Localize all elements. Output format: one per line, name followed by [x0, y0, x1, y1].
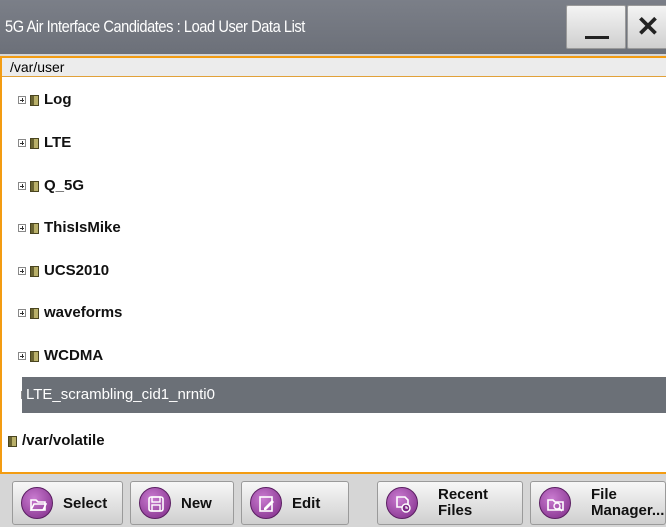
folder-icon: [30, 307, 39, 319]
folder-var-volatile[interactable]: /var/volatile: [8, 426, 105, 456]
folder-wcdma[interactable]: WCDMA: [18, 341, 648, 371]
folder-label: /var/volatile: [22, 432, 105, 449]
expand-icon[interactable]: [18, 224, 26, 233]
folder-thisismike[interactable]: ThisIsMike: [18, 213, 648, 243]
file-manager-button[interactable]: File Manager...: [530, 481, 666, 525]
new-button[interactable]: New: [130, 481, 234, 525]
folder-label: waveforms: [44, 304, 123, 321]
folder-label: UCS2010: [44, 262, 110, 279]
expand-icon[interactable]: [18, 309, 26, 318]
title-bar: 5G Air Interface Candidates : Load User …: [0, 0, 666, 54]
folder-icon: [30, 180, 39, 192]
file-manager-label-line1: File: [591, 486, 617, 503]
tree-path-header: /var/user: [2, 58, 666, 77]
folder-icon: [30, 265, 39, 277]
recent-files-button[interactable]: Recent Files: [377, 481, 523, 525]
folder-icon: [30, 137, 39, 149]
expand-icon[interactable]: [18, 267, 26, 276]
folder-icon: [30, 222, 39, 234]
recent-files-label: Recent Files: [438, 487, 488, 519]
folder-label: Q_5G: [44, 177, 85, 194]
select-button-label: Select: [63, 495, 108, 512]
folder-icon: [30, 94, 39, 106]
file-manager-icon: [539, 487, 571, 519]
folder-log[interactable]: Log: [18, 85, 648, 115]
select-button[interactable]: Select: [12, 481, 123, 525]
window-title: 5G Air Interface Candidates : Load User …: [5, 17, 305, 36]
close-icon: ✕: [636, 11, 660, 42]
close-button[interactable]: ✕: [627, 5, 666, 49]
expand-icon[interactable]: [18, 182, 26, 191]
expand-icon[interactable]: [18, 96, 26, 105]
minimize-button[interactable]: [566, 5, 626, 49]
folder-waveforms[interactable]: waveforms: [18, 298, 648, 328]
file-manager-label: File Manager...: [591, 487, 664, 519]
folder-lte[interactable]: LTE: [18, 128, 648, 158]
file-tree-panel[interactable]: /var/user Log LTE Q_5G ThisIsMike UCS201…: [0, 56, 666, 474]
folder-icon: [8, 435, 17, 447]
recent-files-label-line1: Recent: [438, 486, 489, 503]
selected-file-row[interactable]: LTE_scrambling_cid1_nrnti0: [22, 377, 666, 413]
folder-label: Log: [44, 91, 72, 108]
recent-files-icon: [386, 487, 418, 519]
file-manager-label-line2: Manager...: [591, 502, 665, 519]
edit-icon: [250, 487, 282, 519]
folder-icon: [30, 350, 39, 362]
recent-files-label-line2: Files: [438, 502, 473, 519]
folder-label: ThisIsMike: [44, 219, 121, 236]
folder-label: LTE: [44, 134, 72, 151]
expand-icon[interactable]: [18, 352, 26, 361]
folder-ucs2010[interactable]: UCS2010: [18, 256, 648, 286]
edit-button-label: Edit: [292, 495, 321, 512]
folder-q5g[interactable]: Q_5G: [18, 171, 648, 201]
folder-label: WCDMA: [44, 347, 104, 364]
edit-button[interactable]: Edit: [241, 481, 349, 525]
minimize-icon: [585, 36, 609, 39]
expand-icon[interactable]: [18, 139, 26, 148]
folder-open-icon: [21, 487, 53, 519]
save-icon: [139, 487, 171, 519]
new-button-label: New: [181, 495, 212, 512]
